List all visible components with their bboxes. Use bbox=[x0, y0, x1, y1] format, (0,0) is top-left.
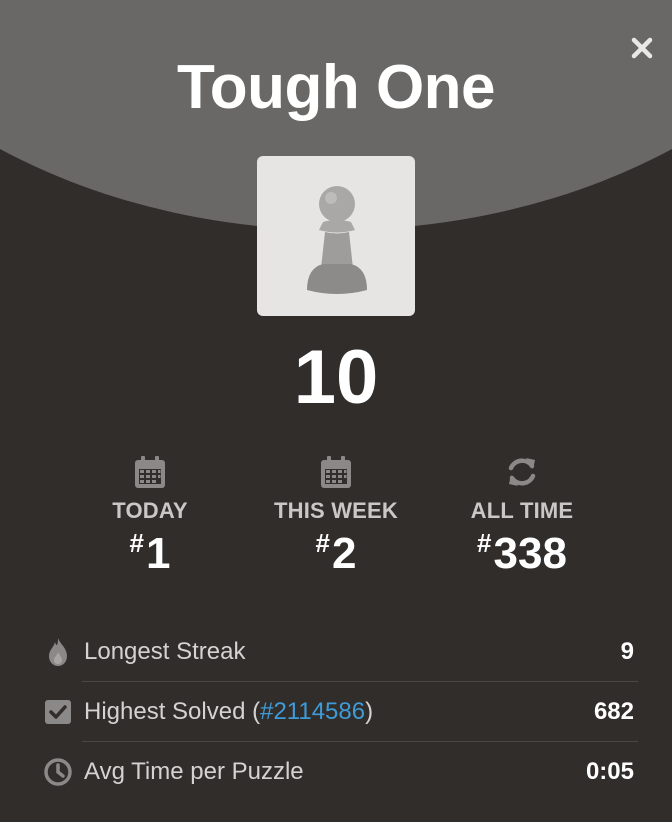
rank-stats: TODAY #1 THIS WEEK #2 ALL TIME #338 bbox=[0, 452, 672, 592]
refresh-icon bbox=[508, 458, 536, 486]
stat-rank: #1 bbox=[129, 528, 171, 578]
list-item-label: Highest Solved (#2114586) bbox=[84, 698, 374, 725]
flame-icon bbox=[49, 638, 67, 666]
stat-label: THIS WEEK bbox=[273, 498, 399, 523]
stat-this-week: THIS WEEK #2 bbox=[236, 452, 436, 579]
puzzle-rating: 10 bbox=[293, 335, 379, 420]
calendar-icon bbox=[321, 456, 351, 488]
stat-label: ALL TIME bbox=[470, 498, 574, 523]
stat-today: TODAY #1 bbox=[50, 452, 250, 579]
calendar-icon bbox=[135, 456, 165, 488]
modal-title: Tough One bbox=[176, 53, 496, 122]
puzzle-link[interactable]: #2114586 bbox=[260, 698, 365, 725]
puzzle-details-list: Longest Streak 9 Highest Solved (#211458… bbox=[42, 622, 638, 802]
pawn-icon bbox=[307, 186, 367, 294]
stat-rank: #338 bbox=[477, 528, 567, 578]
checkbox-icon bbox=[45, 700, 71, 724]
stat-rank: #2 bbox=[315, 528, 357, 578]
list-item-value: 682 bbox=[593, 698, 634, 725]
stat-all-time: ALL TIME #338 bbox=[422, 452, 622, 579]
list-item-value: 0:05 bbox=[585, 758, 634, 785]
list-item-label: Avg Time per Puzzle bbox=[84, 758, 304, 785]
puzzle-result-modal: Tough One 10 TODAY #1 THIS WEEK #2 ALL T… bbox=[0, 0, 672, 822]
list-item-avg-time: Avg Time per Puzzle 0:05 bbox=[42, 742, 638, 802]
list-item-label: Longest Streak bbox=[84, 638, 246, 665]
list-item-highest-solved: Highest Solved (#2114586) 682 bbox=[42, 682, 638, 742]
stat-label: TODAY bbox=[112, 498, 188, 523]
list-item-value: 9 bbox=[620, 638, 634, 665]
pawn-badge bbox=[257, 156, 415, 316]
list-item-longest-streak: Longest Streak 9 bbox=[42, 622, 638, 682]
clock-icon bbox=[44, 758, 72, 786]
